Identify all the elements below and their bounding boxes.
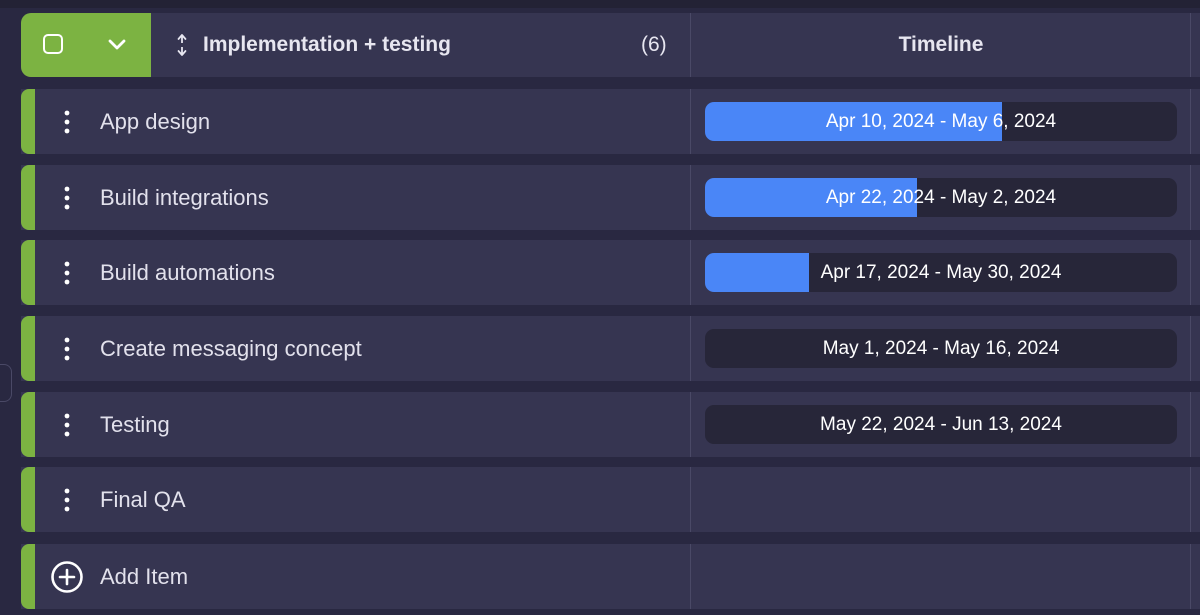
item-name[interactable]: Build automations (100, 240, 275, 305)
item-row[interactable]: App design Apr 10, 2024 - May 6, 2024 (21, 89, 1200, 154)
item-row[interactable]: Testing May 22, 2024 - Jun 13, 2024 (21, 392, 1200, 457)
group-header: Implementation + testing (6) Timeline (21, 13, 1200, 77)
column-divider (690, 89, 691, 154)
group-color-stripe (21, 392, 35, 457)
item-name[interactable]: App design (100, 89, 210, 154)
more-vertical-icon[interactable] (57, 336, 77, 362)
group-color-stripe (21, 89, 35, 154)
group-color-stripe (21, 544, 35, 609)
column-divider (1190, 13, 1191, 77)
timeline-dates: Apr 10, 2024 - May 6, 2024 (825, 111, 1057, 132)
more-vertical-icon[interactable] (57, 260, 77, 286)
group-color-stripe (21, 165, 35, 230)
column-divider (1190, 316, 1191, 381)
item-row[interactable]: Build automations Apr 17, 2024 - May 30, … (21, 240, 1200, 305)
top-bar (0, 0, 1200, 8)
column-divider (690, 316, 691, 381)
item-name[interactable]: Build integrations (100, 165, 269, 230)
timeline-column-header[interactable]: Timeline (691, 13, 1191, 77)
timeline-cell[interactable]: Apr 17, 2024 - May 30, 2024 (705, 253, 1177, 292)
more-vertical-icon[interactable] (57, 487, 77, 513)
column-divider (690, 165, 691, 230)
column-divider (1190, 240, 1191, 305)
column-divider (690, 392, 691, 457)
timeline-dates: Apr 22, 2024 - May 2, 2024 (825, 187, 1057, 208)
column-divider (1190, 89, 1191, 154)
chevron-down-icon[interactable] (107, 36, 127, 54)
column-divider (1190, 467, 1191, 532)
column-divider (1190, 392, 1191, 457)
more-vertical-icon[interactable] (57, 109, 77, 135)
group-color-block (21, 13, 151, 77)
item-name[interactable]: Final QA (100, 467, 186, 532)
timeline-cell-empty[interactable] (691, 467, 1190, 532)
timeline-cell[interactable]: Apr 22, 2024 - May 2, 2024 (705, 178, 1177, 217)
item-name[interactable]: Testing (100, 392, 170, 457)
item-row[interactable]: Build integrations Apr 22, 2024 - May 2, … (21, 165, 1200, 230)
group-color-stripe (21, 467, 35, 532)
group-title[interactable]: Implementation + testing (203, 13, 451, 77)
sort-icon[interactable] (175, 33, 189, 57)
timeline-dates: May 1, 2024 - May 16, 2024 (822, 338, 1060, 359)
column-divider (1190, 165, 1191, 230)
side-panel-tab[interactable] (0, 364, 12, 402)
item-row[interactable]: Final QA (21, 467, 1200, 532)
column-divider (690, 544, 691, 609)
add-item-row[interactable]: Add Item (21, 544, 1200, 609)
timeline-dates: Apr 17, 2024 - May 30, 2024 (820, 262, 1062, 283)
plus-circle-icon[interactable] (50, 560, 84, 594)
timeline-cell[interactable]: Apr 10, 2024 - May 6, 2024 (705, 102, 1177, 141)
group-color-stripe (21, 316, 35, 381)
item-name[interactable]: Create messaging concept (100, 316, 362, 381)
group-color-stripe (21, 240, 35, 305)
more-vertical-icon[interactable] (57, 185, 77, 211)
column-divider (1190, 544, 1191, 609)
timeline-dates: May 22, 2024 - Jun 13, 2024 (820, 414, 1062, 435)
timeline-cell[interactable]: May 1, 2024 - May 16, 2024 (705, 329, 1177, 368)
more-vertical-icon[interactable] (57, 412, 77, 438)
item-row[interactable]: Create messaging concept May 1, 2024 - Ma… (21, 316, 1200, 381)
column-divider (690, 240, 691, 305)
add-item-button[interactable]: Add Item (100, 544, 188, 609)
select-all-checkbox[interactable] (43, 34, 63, 54)
timeline-cell[interactable]: May 22, 2024 - Jun 13, 2024 (705, 405, 1177, 444)
group-item-count: (6) (641, 33, 667, 56)
